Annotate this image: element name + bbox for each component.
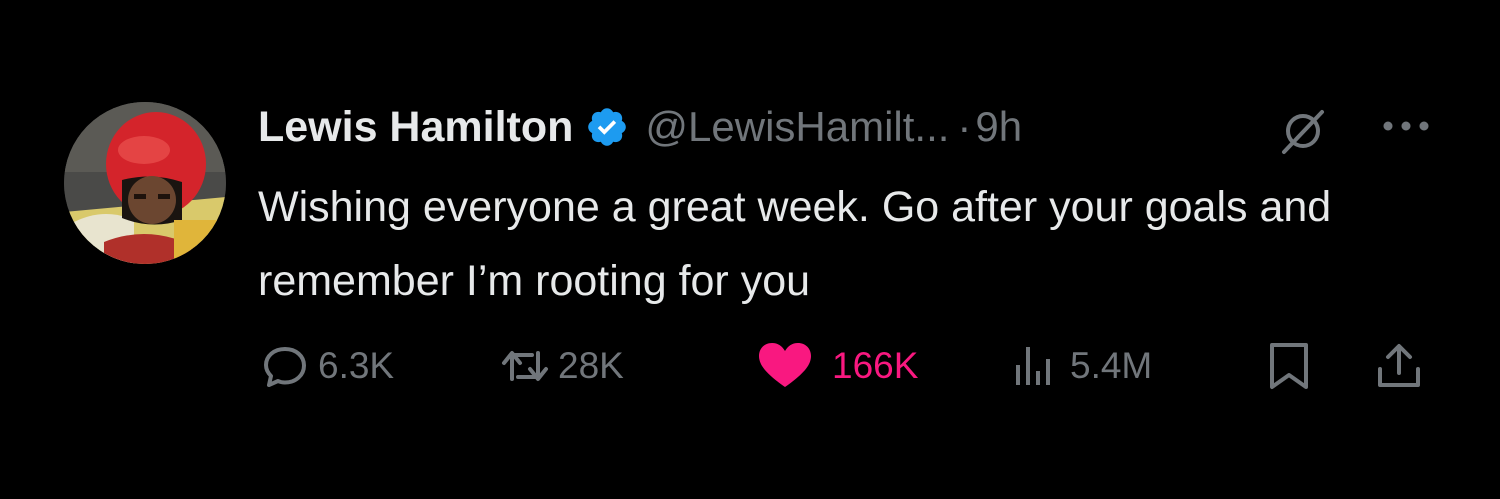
avatar-image [64,102,226,264]
tweet-actions: 6.3K 28K 166K 5.4M [258,336,1448,396]
heart-icon [756,339,811,393]
tweet: Lewis Hamilton @LewisHamilt... · 9h Wish… [0,0,1500,499]
bookmark-button[interactable] [1262,336,1316,396]
tweet-header: Lewis Hamilton @LewisHamilt... · 9h [258,96,1022,158]
repost-count: 28K [558,345,624,386]
views-button[interactable]: 5.4M [1010,336,1152,396]
separator-dot: · [957,103,972,150]
author-name[interactable]: Lewis Hamilton [258,103,573,152]
verified-badge-icon [585,105,629,149]
like-count: 166K [832,345,919,386]
repost-button[interactable]: 28K [498,336,624,396]
avatar[interactable] [64,102,226,264]
share-icon [1372,339,1426,393]
timestamp[interactable]: 9h [975,103,1022,151]
reply-button[interactable]: 6.3K [258,336,394,396]
tweet-text: Wishing everyone a great week. Go after … [258,183,1332,305]
more-options-icon[interactable] [1380,114,1432,138]
reply-icon [258,339,312,393]
grok-icon[interactable] [1278,106,1328,156]
repost-icon [498,339,552,393]
bookmark-icon [1262,339,1316,393]
like-button[interactable]: 166K [756,336,918,396]
reply-count: 6.3K [318,345,395,386]
author-handle[interactable]: @LewisHamilt... [645,103,949,151]
views-icon [1010,339,1064,393]
views-count: 5.4M [1070,345,1153,386]
share-button[interactable] [1372,336,1426,396]
